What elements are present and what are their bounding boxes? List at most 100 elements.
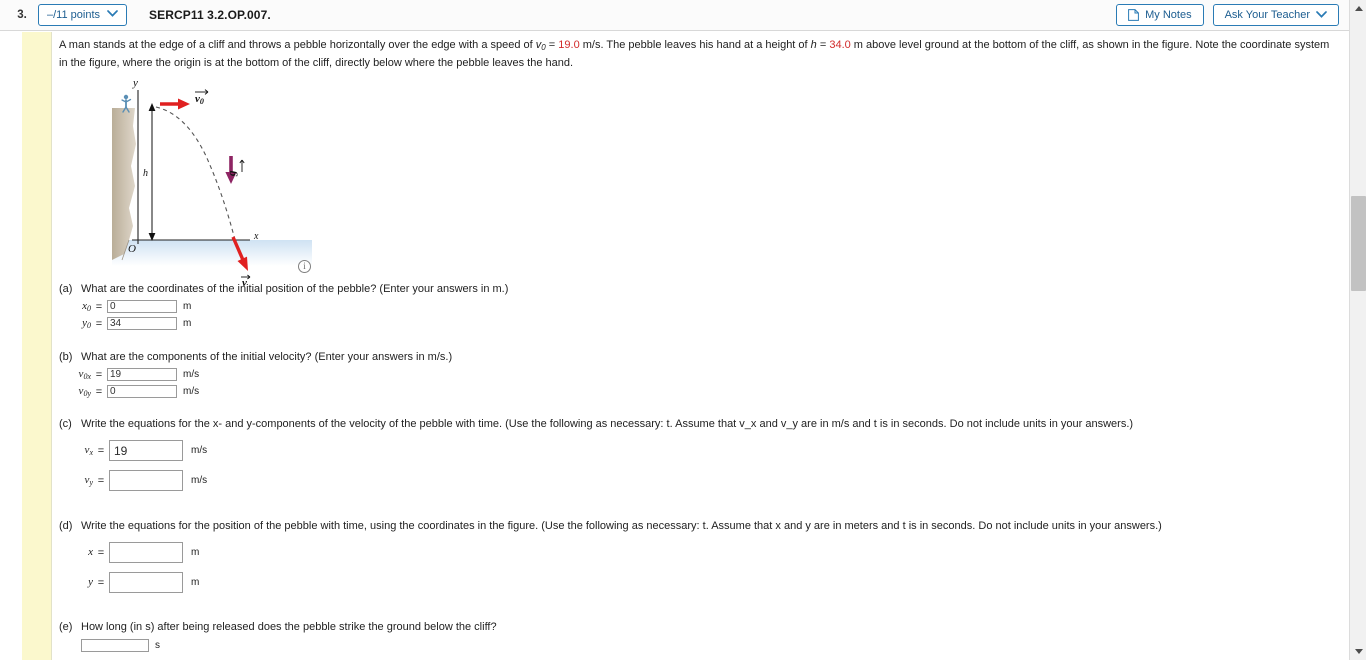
prompt-eq-1: = — [545, 39, 559, 51]
question-header: 3. –/11 points SERCP11 3.2.OP.007. My No… — [0, 0, 1349, 31]
points-label: –/11 points — [47, 9, 101, 21]
scroll-up-button[interactable] — [1350, 0, 1366, 17]
chevron-down-icon — [107, 10, 118, 20]
part-c-letter: (c) — [59, 418, 72, 430]
part-b-unit-v0y: m/s — [183, 386, 200, 397]
part-b-question: What are the components of the initial v… — [81, 351, 453, 363]
equals-sign: = — [97, 474, 105, 487]
part-c-field-row-vx: vx = m/s — [59, 440, 1339, 461]
triangle-up-icon — [1354, 6, 1363, 11]
my-notes-label: My Notes — [1145, 9, 1192, 21]
ask-your-teacher-label: Ask Your Teacher — [1224, 9, 1310, 21]
part-d-label-x: x — [88, 546, 93, 558]
question-number: 3. — [17, 9, 27, 21]
part-d-label-y: y — [88, 576, 93, 588]
part-a-unit-x0: m — [183, 301, 192, 312]
part-d-field-row-y: y = m — [59, 572, 1339, 593]
part-e-question: How long (in s) after being released doe… — [81, 621, 497, 633]
part-a-label-x0: x0 — [82, 300, 91, 313]
part-c-label-vx: vx — [84, 444, 93, 457]
equals-sign: = — [97, 546, 105, 559]
part-c-unit-vx: m/s — [191, 445, 208, 456]
part-e-letter: (e) — [59, 621, 73, 633]
part-d-letter: (d) — [59, 520, 73, 532]
part-b-input-v0x[interactable] — [107, 368, 177, 381]
v0-arrow — [160, 98, 190, 110]
chevron-down-icon — [1316, 10, 1327, 21]
part-a-unit-y0: m — [183, 318, 192, 329]
part-c-input-vy[interactable] — [109, 470, 183, 491]
part-b-field-row-v0y: v0y = m/s — [59, 385, 1339, 398]
part-a-field-row-x0: x0 = m — [59, 300, 1339, 313]
equals-sign: = — [95, 300, 103, 313]
page-root: 3. –/11 points SERCP11 3.2.OP.007. My No… — [0, 0, 1366, 660]
equals-sign: = — [95, 368, 103, 381]
question-content: A man stands at the edge of a cliff and … — [52, 32, 1349, 660]
scroll-down-button[interactable] — [1350, 643, 1366, 660]
part-d-input-y[interactable] — [109, 572, 183, 593]
problem-statement: A man stands at the edge of a cliff and … — [59, 38, 1336, 70]
part-c-question: Write the equations for the x- and y-com… — [81, 418, 1134, 430]
figure-info-icon[interactable]: i — [298, 260, 311, 273]
origin-label: O — [128, 243, 136, 255]
part-a: (a) What are the coordinates of the init… — [59, 282, 1339, 330]
part-a-letter: (a) — [59, 283, 73, 295]
triangle-down-icon — [1354, 649, 1363, 654]
prompt-seg-2: m/s. The pebble leaves his hand at a hei… — [579, 39, 811, 51]
note-page-icon — [1128, 9, 1140, 21]
scrollbar-thumb[interactable] — [1351, 196, 1366, 291]
part-e-field-row: s — [81, 639, 1339, 652]
part-e-heading: (e) How long (in s) after being released… — [59, 620, 1339, 634]
part-c: (c) Write the equations for the x- and y… — [59, 417, 1339, 491]
question-highlight-strip — [22, 32, 52, 660]
header-right-group: My Notes Ask Your Teacher — [1116, 4, 1349, 26]
projectile-diagram: y x O h v0 g v i — [102, 74, 322, 289]
part-c-field-row-vy: vy = m/s — [59, 470, 1339, 491]
part-d-question: Write the equations for the position of … — [81, 520, 1162, 532]
part-b-field-row-v0x: v0x = m/s — [59, 368, 1339, 381]
v0-label: v0 — [195, 93, 204, 106]
equals-sign: = — [95, 385, 103, 398]
part-b-label-v0x: v0x — [78, 368, 91, 381]
points-dropdown-button[interactable]: –/11 points — [38, 4, 128, 26]
part-c-label-vy: vy — [84, 474, 93, 487]
part-a-label-y0: y0 — [82, 317, 91, 330]
part-b: (b) What are the components of the initi… — [59, 350, 1339, 398]
question-code: SERCP11 3.2.OP.007. — [149, 8, 271, 22]
equals-sign: = — [95, 317, 103, 330]
part-d: (d) Write the equations for the position… — [59, 519, 1339, 593]
part-d-unit-y: m — [191, 577, 200, 588]
part-b-letter: (b) — [59, 351, 73, 363]
header-left-group: 3. –/11 points SERCP11 3.2.OP.007. — [0, 0, 271, 31]
part-b-input-v0y[interactable] — [107, 385, 177, 398]
part-d-input-x[interactable] — [109, 542, 183, 563]
left-gutter — [0, 32, 22, 660]
part-c-heading: (c) Write the equations for the x- and y… — [59, 417, 1339, 431]
part-c-input-vx[interactable] — [109, 440, 183, 461]
part-a-input-y0[interactable] — [107, 317, 177, 330]
ask-your-teacher-button[interactable]: Ask Your Teacher — [1212, 4, 1339, 26]
gravity-arrow — [225, 156, 237, 184]
prompt-v0-value: 19.0 — [558, 39, 580, 51]
height-label: h — [143, 168, 148, 179]
part-d-unit-x: m — [191, 547, 200, 558]
projectile-diagram-svg: y x O h v0 g v — [112, 77, 312, 289]
part-a-input-x0[interactable] — [107, 300, 177, 313]
part-d-heading: (d) Write the equations for the position… — [59, 519, 1339, 533]
prompt-h-value: 34.0 — [829, 39, 851, 51]
vertical-scrollbar[interactable] — [1349, 0, 1366, 660]
part-d-field-row-x: x = m — [59, 542, 1339, 563]
part-b-heading: (b) What are the components of the initi… — [59, 350, 1339, 364]
part-e-unit: s — [155, 640, 160, 651]
axis-y-label: y — [132, 77, 138, 89]
prompt-seg-1: A man stands at the edge of a cliff and … — [59, 39, 536, 51]
part-b-label-v0y: v0y — [78, 385, 91, 398]
part-a-heading: (a) What are the coordinates of the init… — [59, 282, 1339, 296]
part-b-unit-v0x: m/s — [183, 369, 200, 380]
part-e: (e) How long (in s) after being released… — [59, 620, 1339, 652]
part-c-unit-vy: m/s — [191, 475, 208, 486]
part-e-input-time[interactable] — [81, 639, 149, 652]
prompt-eq-2: = — [816, 39, 830, 51]
my-notes-button[interactable]: My Notes — [1116, 4, 1204, 26]
part-a-field-row-y0: y0 = m — [59, 317, 1339, 330]
